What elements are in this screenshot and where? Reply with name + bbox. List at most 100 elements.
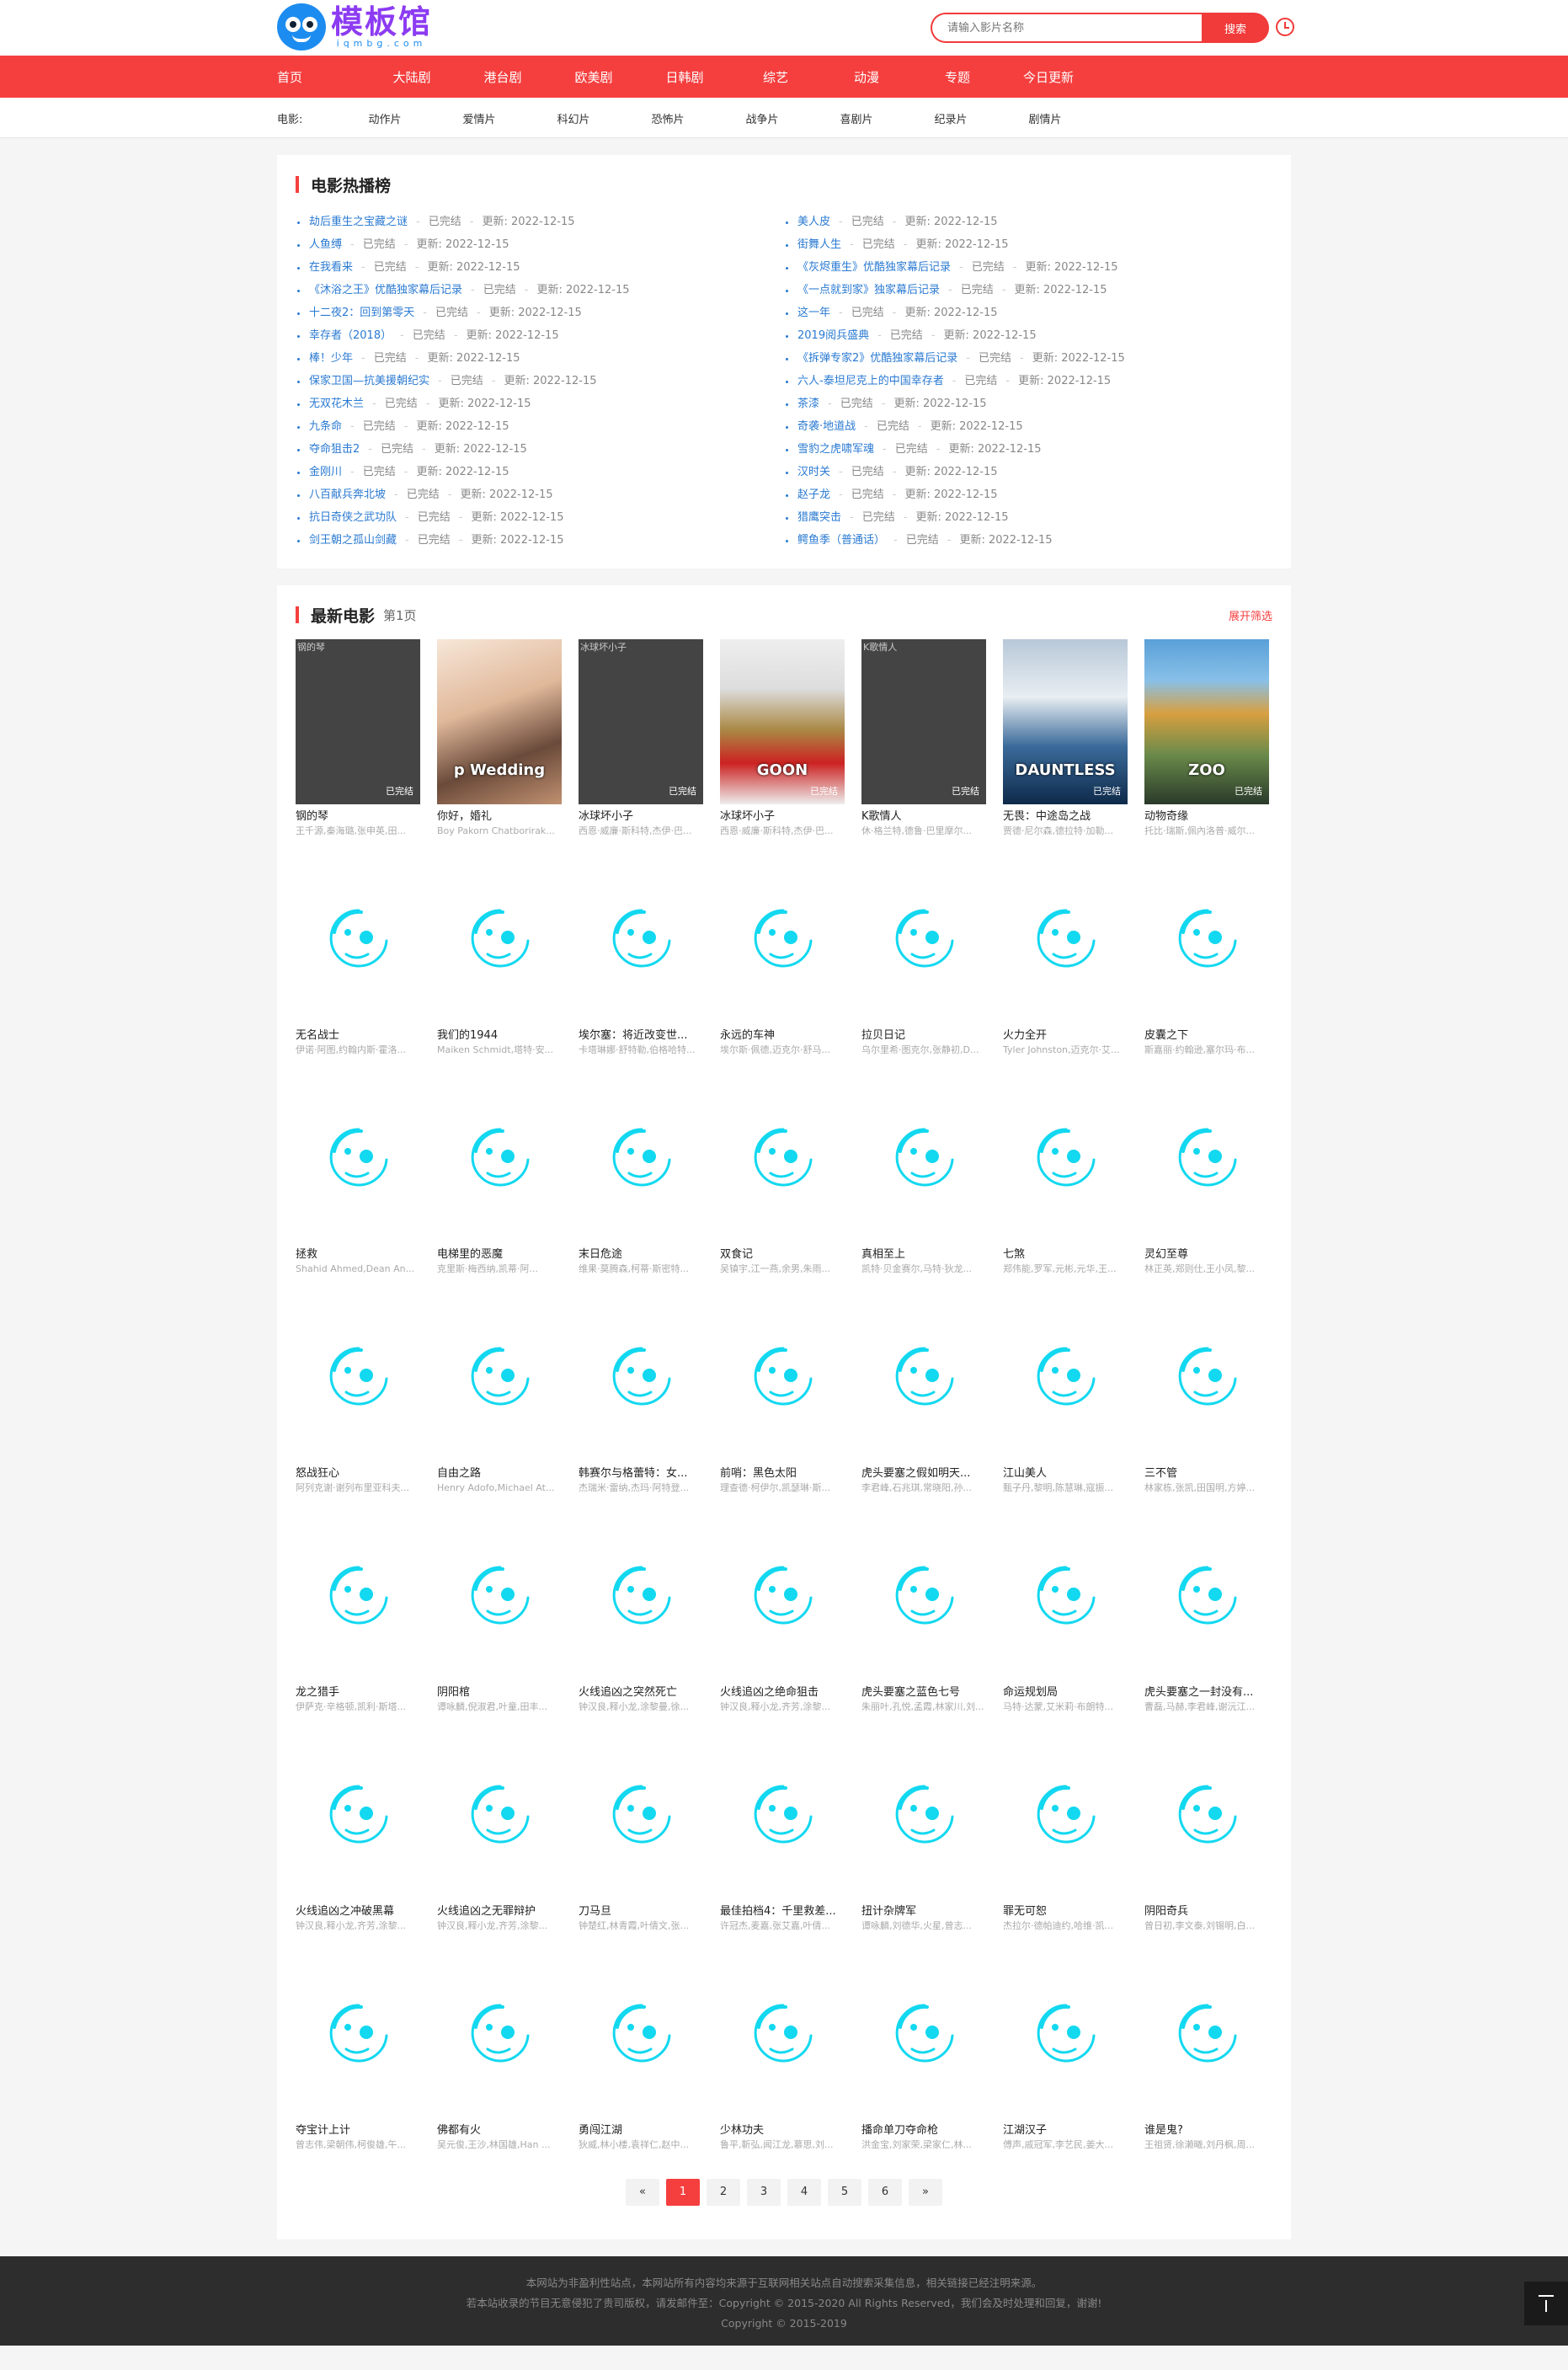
- movie-title[interactable]: 龙之猎手: [296, 1685, 420, 1700]
- hot-item-title[interactable]: 《沐浴之王》优酷独家幕后记录: [309, 284, 462, 296]
- movie-poster[interactable]: [1144, 1296, 1269, 1461]
- expand-filter-link[interactable]: 展开筛选: [1229, 607, 1272, 623]
- movie-title[interactable]: 虎头要塞之蓝色七号: [861, 1685, 986, 1700]
- subnav-item-0[interactable]: 动作片: [338, 110, 432, 126]
- movie-poster[interactable]: ZOO 已完结: [1144, 639, 1269, 804]
- movie-card[interactable]: 虎头要塞之假如明天... 李君峰,石兆琪,常晓阳,孙...: [861, 1296, 986, 1515]
- movie-card[interactable]: 无名战士 伊诺·阿图,约翰内斯·霍洛...: [296, 858, 420, 1077]
- hot-item-title[interactable]: 美人皮: [797, 216, 830, 228]
- movie-card[interactable]: GOON 已完结 冰球坏小子 西恩·威廉·斯科特,杰伊·巴...: [720, 639, 845, 858]
- movie-title[interactable]: 阴阳棺: [437, 1685, 562, 1700]
- movie-card[interactable]: 怒战狂心 阿列克谢·谢列布里亚科夫...: [296, 1296, 420, 1515]
- movie-title[interactable]: 虎头要塞之假如明天...: [861, 1466, 986, 1481]
- movie-card[interactable]: 火线追凶之绝命狙击 钟汉良,释小龙,齐芳,涂黎...: [720, 1515, 845, 1734]
- movie-title[interactable]: 真相至上: [861, 1247, 986, 1262]
- movie-card[interactable]: 冰球坏小子 已完结 冰球坏小子 西恩·威廉·斯科特,杰伊·巴...: [579, 639, 703, 858]
- nav-item-8[interactable]: 今日更新: [1003, 68, 1094, 86]
- back-to-top-button[interactable]: [1524, 2282, 1568, 2325]
- movie-card[interactable]: 电梯里的恶魔 克里斯·梅西纳,凯蒂·阿...: [437, 1077, 562, 1296]
- pager-page-2[interactable]: 2: [707, 2179, 740, 2206]
- movie-card[interactable]: 火线追凶之冲破黑幕 钟汉良,释小龙,齐芳,涂黎...: [296, 1734, 420, 1953]
- movie-title[interactable]: 火线追凶之绝命狙击: [720, 1685, 845, 1700]
- movie-title[interactable]: 无畏：中途岛之战: [1003, 809, 1128, 825]
- hot-item-title[interactable]: 六人-泰坦尼克上的中国幸存者: [797, 375, 944, 387]
- hot-item-title[interactable]: 保家卫国—抗美援朝纪实: [309, 375, 429, 387]
- movie-poster[interactable]: [1003, 1953, 1128, 2118]
- pager-page-6[interactable]: 6: [868, 2179, 902, 2206]
- hot-item-title[interactable]: 金刚川: [309, 466, 342, 478]
- movie-card[interactable]: DAUNTLESS 已完结 无畏：中途岛之战 贾德·尼尔森,德拉特·加勒...: [1003, 639, 1128, 858]
- movie-poster[interactable]: K歌情人 已完结: [861, 639, 986, 804]
- movie-title[interactable]: 罪无可恕: [1003, 1904, 1128, 1919]
- subnav-item-1[interactable]: 爱情片: [432, 110, 526, 126]
- movie-title[interactable]: K歌情人: [861, 809, 986, 825]
- movie-card[interactable]: 火线追凶之突然死亡 钟汉良,释小龙,涂黎曼,徐...: [579, 1515, 703, 1734]
- movie-poster[interactable]: [861, 858, 986, 1023]
- movie-poster[interactable]: [861, 1515, 986, 1680]
- movie-card[interactable]: K歌情人 已完结 K歌情人 休·格兰特,德鲁·巴里摩尔...: [861, 639, 986, 858]
- movie-poster[interactable]: [1003, 1077, 1128, 1242]
- hot-item-title[interactable]: 人鱼缚: [309, 238, 342, 251]
- movie-card[interactable]: 真相至上 凯特·贝金赛尔,马特·狄龙...: [861, 1077, 986, 1296]
- movie-title[interactable]: 无名战士: [296, 1028, 420, 1044]
- hot-item-title[interactable]: 《灰烬重生》优酷独家幕后记录: [797, 261, 951, 274]
- movie-poster[interactable]: [720, 1077, 845, 1242]
- nav-item-3[interactable]: 欧美剧: [548, 68, 639, 86]
- nav-item-7[interactable]: 专题: [912, 68, 1003, 86]
- movie-card[interactable]: 佛都有火 吴元俊,王沙,林国雄,Han ...: [437, 1953, 562, 2172]
- movie-title[interactable]: 动物奇缘: [1144, 809, 1269, 825]
- movie-card[interactable]: 三不管 林家栋,张凯,田国明,方婷...: [1144, 1296, 1269, 1515]
- movie-poster[interactable]: [296, 1515, 420, 1680]
- hot-item-title[interactable]: 街舞人生: [797, 238, 841, 251]
- movie-card[interactable]: 末日危途 维果·莫腾森,柯蒂·斯密特...: [579, 1077, 703, 1296]
- hot-item-title[interactable]: 幸存者（2018）: [309, 329, 392, 342]
- hot-item-title[interactable]: 在我看来: [309, 261, 353, 274]
- subnav-item-6[interactable]: 纪录片: [904, 110, 998, 126]
- movie-title[interactable]: 火线追凶之冲破黑幕: [296, 1904, 420, 1919]
- movie-poster[interactable]: [296, 1077, 420, 1242]
- movie-card[interactable]: ZOO 已完结 动物奇缘 托比·瑞斯,佩內洛普·威尔...: [1144, 639, 1269, 858]
- movie-poster[interactable]: [296, 1296, 420, 1461]
- movie-card[interactable]: 扭计杂牌军 谭咏麟,刘德华,火星,曾志...: [861, 1734, 986, 1953]
- movie-card[interactable]: 灵幻至尊 林正英,郑则仕,王小凤,黎...: [1144, 1077, 1269, 1296]
- hot-item-title[interactable]: 鳄鱼季（普通话）: [797, 534, 885, 547]
- movie-card[interactable]: 虎头要塞之蓝色七号 朱丽叶,孔悦,孟霞,林家川,刘...: [861, 1515, 986, 1734]
- movie-title[interactable]: 虎头要塞之一封没有...: [1144, 1685, 1269, 1700]
- pager-page-5[interactable]: 5: [828, 2179, 861, 2206]
- movie-poster[interactable]: GOON 已完结: [720, 639, 845, 804]
- movie-title[interactable]: 钢的琴: [296, 809, 420, 825]
- movie-card[interactable]: 阴阳棺 谭咏麟,倪淑君,叶童,田丰...: [437, 1515, 562, 1734]
- movie-poster[interactable]: [1003, 1515, 1128, 1680]
- subnav-item-2[interactable]: 科幻片: [526, 110, 621, 126]
- movie-poster[interactable]: [437, 858, 562, 1023]
- movie-card[interactable]: 前哨：黑色太阳 理查德·柯伊尔,凯瑟琳·斯...: [720, 1296, 845, 1515]
- movie-card[interactable]: 我们的1944 Maiken Schmidt,塔特·安...: [437, 858, 562, 1077]
- movie-poster[interactable]: [437, 1734, 562, 1899]
- hot-item-title[interactable]: 《拆弹专家2》优酷独家幕后记录: [797, 352, 957, 365]
- hot-item-title[interactable]: 这一年: [797, 307, 830, 319]
- movie-poster[interactable]: [437, 1515, 562, 1680]
- movie-poster[interactable]: [1144, 1734, 1269, 1899]
- movie-card[interactable]: 自由之路 Henry Adofo,Michael At...: [437, 1296, 562, 1515]
- hot-item-title[interactable]: 剑王朝之孤山剑藏: [309, 534, 397, 547]
- movie-title[interactable]: 灵幻至尊: [1144, 1247, 1269, 1262]
- pager-page-1[interactable]: 1: [666, 2179, 700, 2206]
- hot-item-title[interactable]: 2019阅兵盛典: [797, 329, 869, 342]
- movie-card[interactable]: 命运规划局 马特·达蒙,艾米莉·布朗特...: [1003, 1515, 1128, 1734]
- pager-next-button[interactable]: »: [909, 2179, 942, 2206]
- movie-title[interactable]: 三不管: [1144, 1466, 1269, 1481]
- movie-title[interactable]: 七煞: [1003, 1247, 1128, 1262]
- movie-card[interactable]: 七煞 郑伟能,罗军,元彬,元华,王...: [1003, 1077, 1128, 1296]
- movie-title[interactable]: 电梯里的恶魔: [437, 1247, 562, 1262]
- movie-card[interactable]: 皮囊之下 斯嘉丽·约翰逊,塞尔玛·布...: [1144, 858, 1269, 1077]
- movie-card[interactable]: 埃尔塞：将近改变世... 卡塔琳娜·舒特勒,伯格哈特...: [579, 858, 703, 1077]
- movie-card[interactable]: 拯救 Shahid Ahmed,Dean An...: [296, 1077, 420, 1296]
- movie-poster[interactable]: [720, 1953, 845, 2118]
- movie-poster[interactable]: [1144, 858, 1269, 1023]
- movie-title[interactable]: 永远的车神: [720, 1028, 845, 1044]
- movie-title[interactable]: 播命单刀夺命枪: [861, 2123, 986, 2138]
- pager-prev-button[interactable]: «: [626, 2179, 659, 2206]
- movie-card[interactable]: 江湖汉子 傅声,戚冠军,李艺民,姜大...: [1003, 1953, 1128, 2172]
- nav-item-0[interactable]: 首页: [277, 68, 309, 86]
- movie-title[interactable]: 怒战狂心: [296, 1466, 420, 1481]
